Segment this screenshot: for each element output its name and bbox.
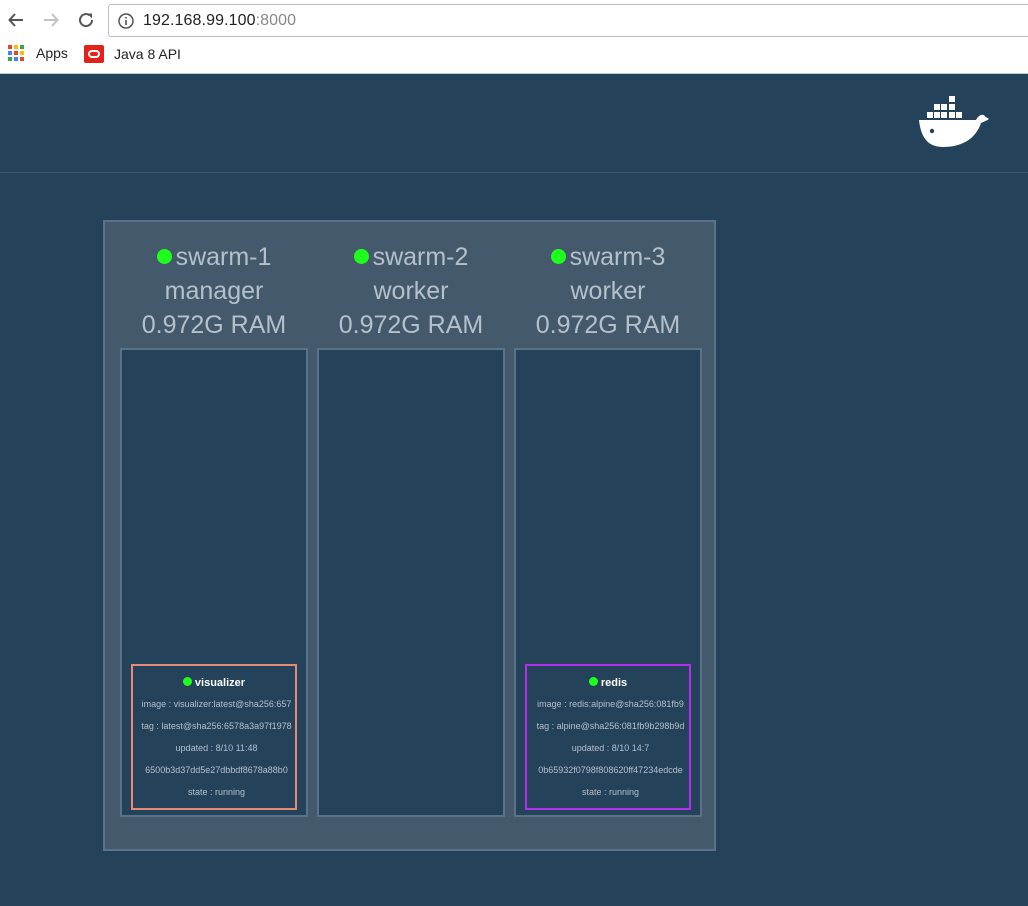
arrow-left-icon — [8, 13, 23, 27]
reload-icon — [79, 13, 94, 28]
status-dot — [353, 249, 369, 264]
oracle-icon — [84, 45, 104, 63]
status-dot — [182, 677, 192, 686]
node-title: swarm-3 — [514, 240, 702, 274]
node-header: swarm-1 manager 0.972G RAM — [120, 240, 308, 342]
node-title: swarm-2 — [317, 240, 505, 274]
node-tasks-area: redis image : redis:alpine@sha256:081fb9… — [514, 348, 702, 817]
bookmark-apps[interactable]: Apps — [8, 45, 68, 61]
task-updated: updated : 8/10 11:48 — [175, 743, 258, 753]
node-role: manager — [164, 277, 264, 305]
task-name: redis — [600, 677, 628, 689]
task-id: 0b65932f0798f808620ff47234edcde — [538, 765, 683, 775]
url-text[interactable]: 192.168.99.100:8000 — [143, 12, 296, 30]
reload-button[interactable] — [75, 9, 97, 31]
task-tag: tag : latest@sha256:6578a3a97f1978 — [141, 721, 292, 731]
app-header — [0, 74, 1028, 173]
node-name: swarm-2 — [372, 243, 469, 271]
back-button[interactable] — [5, 9, 27, 31]
task-card-redis[interactable]: redis image : redis:alpine@sha256:081fb9… — [525, 664, 691, 810]
address-bar[interactable]: 192.168.99.100:8000 — [108, 4, 1028, 37]
node-role: worker — [373, 277, 449, 305]
node-ram: 0.972G RAM — [535, 311, 681, 339]
url-port: :8000 — [255, 12, 297, 29]
arrow-right-icon — [44, 13, 59, 27]
status-dot — [550, 249, 566, 264]
node-name: swarm-1 — [175, 243, 272, 271]
task-card-visualizer[interactable]: visualizer image : visualizer:latest@sha… — [131, 664, 297, 810]
info-icon[interactable] — [118, 13, 134, 29]
bookmark-java-api[interactable]: Java 8 API — [84, 45, 181, 63]
browser-chrome: 192.168.99.100:8000 Apps Java 8 API — [0, 0, 1028, 74]
task-name: visualizer — [194, 677, 246, 689]
bookmarks-bar: Apps Java 8 API — [0, 42, 1028, 68]
bookmark-label: Java 8 API — [114, 46, 181, 62]
node-header: swarm-2 worker 0.972G RAM — [317, 240, 505, 342]
docker-whale-icon — [919, 96, 989, 147]
node-name: swarm-3 — [569, 243, 666, 271]
apps-grid-icon — [8, 45, 24, 61]
task-image: image : redis:alpine@sha256:081fb9 — [537, 699, 684, 709]
node-tasks-area — [317, 348, 505, 817]
task-state: state : running — [187, 787, 246, 797]
task-title: redis — [527, 676, 689, 690]
task-id: 6500b3d37dd5e27dbbdf8678a88b0 — [145, 765, 288, 775]
node-title: swarm-1 — [120, 240, 308, 274]
node-role: worker — [570, 277, 646, 305]
cluster-panel: swarm-1 manager 0.972G RAM visualizer im… — [103, 220, 716, 851]
task-title: visualizer — [133, 676, 295, 690]
node-ram: 0.972G RAM — [141, 311, 287, 339]
task-updated: updated : 8/10 14:7 — [571, 743, 650, 753]
forward-button[interactable] — [40, 9, 62, 31]
node-header: swarm-3 worker 0.972G RAM — [514, 240, 702, 342]
url-host: 192.168.99.100 — [143, 12, 256, 29]
task-image: image : visualizer:latest@sha256:657 — [141, 699, 292, 709]
status-dot — [156, 249, 172, 264]
task-tag: tag : alpine@sha256:081fb9b298b9d — [536, 721, 685, 731]
node-tasks-area: visualizer image : visualizer:latest@sha… — [120, 348, 308, 817]
node-ram: 0.972G RAM — [338, 311, 484, 339]
task-state: state : running — [581, 787, 640, 797]
bookmark-label: Apps — [36, 45, 68, 61]
status-dot — [588, 677, 598, 686]
